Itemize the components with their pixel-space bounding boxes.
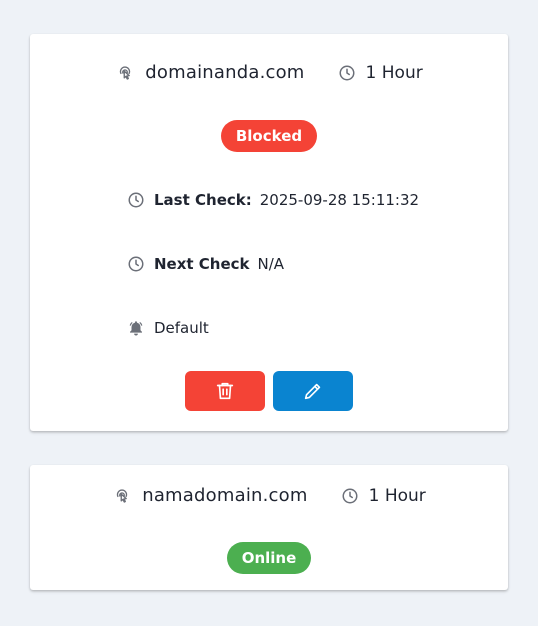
notification-row: Default <box>126 318 209 338</box>
delete-button[interactable] <box>185 371 265 411</box>
status-badge: Blocked <box>220 120 318 152</box>
card-header: domainanda.com 1 Hour <box>30 62 508 83</box>
domain-card: namadomain.com 1 Hour Online <box>30 465 508 590</box>
check-interval: 1 Hour <box>365 62 423 83</box>
touch-pointer-icon <box>112 486 132 506</box>
next-check-value: N/A <box>257 255 285 273</box>
next-check-label: Next Check <box>154 255 250 273</box>
last-check-label: Last Check: <box>154 191 252 209</box>
domain-name: namadomain.com <box>142 485 308 506</box>
status-badge: Online <box>226 542 312 574</box>
last-check-value: 2025-09-28 15:11:32 <box>259 191 420 209</box>
touch-pointer-icon <box>115 63 135 83</box>
pencil-icon <box>304 383 321 400</box>
clock-icon <box>126 254 146 274</box>
clock-icon <box>340 486 360 506</box>
trash-icon <box>216 382 234 400</box>
status-row: Online <box>30 542 508 574</box>
next-check-row: Next Check N/A <box>126 254 284 274</box>
check-interval: 1 Hour <box>368 485 426 506</box>
last-check-row: Last Check: 2025-09-28 15:11:32 <box>126 190 419 210</box>
edit-button[interactable] <box>273 371 353 411</box>
domain-name: domainanda.com <box>145 62 305 83</box>
clock-icon <box>126 190 146 210</box>
notification-setting: Default <box>154 319 209 337</box>
domain-card: domainanda.com 1 Hour Blocked Last Check… <box>30 34 508 431</box>
clock-icon <box>337 63 357 83</box>
status-row: Blocked <box>30 120 508 152</box>
bell-icon <box>126 318 146 338</box>
card-header: namadomain.com 1 Hour <box>30 485 508 506</box>
